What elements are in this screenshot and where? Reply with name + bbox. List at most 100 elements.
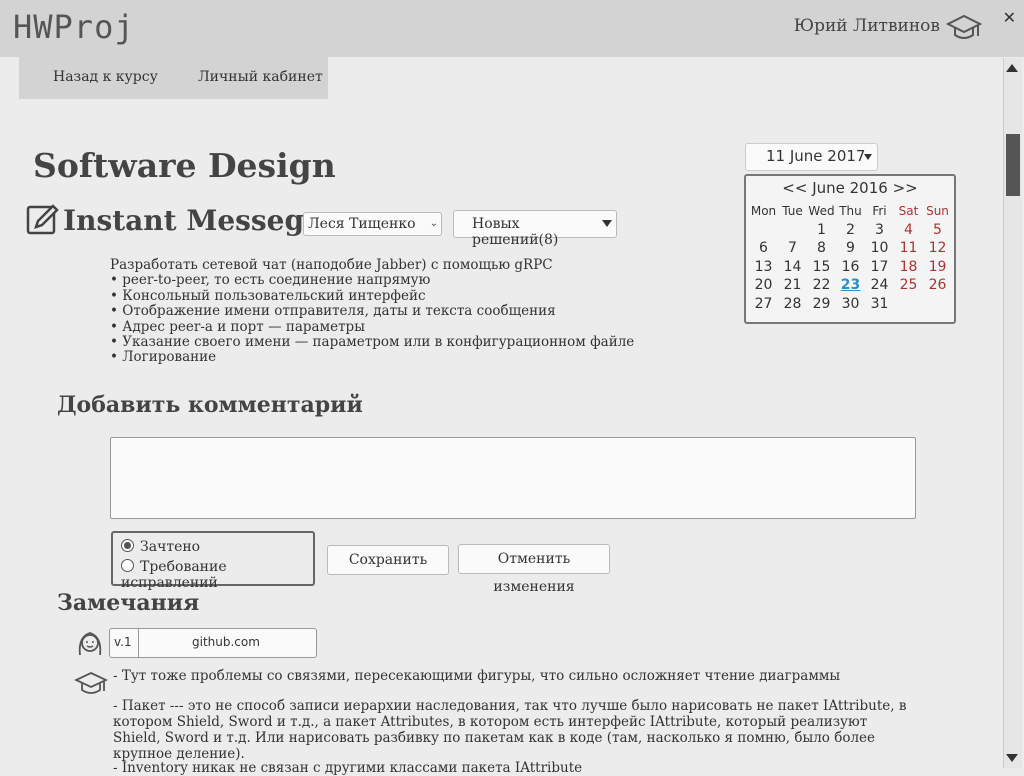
edit-icon[interactable] (26, 203, 60, 241)
calendar-prev-button[interactable]: << (782, 179, 807, 197)
task-description: Разработать сетевой чат (наподобие Jabbe… (110, 257, 635, 366)
remark-item: - Тут тоже проблемы со связями, пересека… (113, 668, 841, 684)
calendar-day (778, 221, 807, 240)
scroll-down-icon[interactable] (1006, 754, 1018, 762)
graduation-cap-icon[interactable] (945, 12, 983, 46)
save-button[interactable]: Сохранить (327, 545, 449, 575)
description-line: • Логирование (110, 349, 217, 366)
calendar-day[interactable]: 4 (894, 221, 923, 240)
calendar-day[interactable]: 19 (923, 258, 952, 277)
calendar-day[interactable]: 18 (894, 258, 923, 277)
calendar-day[interactable]: 24 (865, 276, 894, 295)
calendar-day[interactable]: 13 (749, 258, 778, 277)
calendar-day[interactable]: 28 (778, 295, 807, 314)
solution-link-field[interactable]: v.1 github.com (109, 628, 317, 658)
radio-fix-required[interactable]: Требование исправлений (121, 559, 313, 591)
calendar-day[interactable]: 7 (778, 239, 807, 258)
calendar-day[interactable]: 16 (836, 258, 865, 277)
solutions-select[interactable]: Новых решений(8) (453, 210, 617, 248)
calendar-day[interactable]: 8 (807, 239, 836, 258)
calendar-header: << June 2016 >> (746, 179, 954, 197)
description-line: Разработать сетевой чат (наподобие Jabbe… (110, 257, 553, 273)
calendar-day[interactable]: 6 (749, 239, 778, 258)
calendar-day[interactable]: 25 (894, 276, 923, 295)
dropdown-arrow-icon (864, 154, 872, 160)
calendar-week-row: 20 21 22 23 24 25 26 (749, 276, 953, 295)
scroll-thumb[interactable] (1006, 134, 1020, 196)
radio-accepted[interactable]: Зачтено (121, 539, 200, 555)
calendar-weekday: Sun (926, 204, 949, 218)
version-label: v.1 (114, 635, 132, 649)
description-line: • Указание своего имени — параметром или… (110, 334, 635, 351)
scroll-up-icon[interactable] (1006, 64, 1018, 72)
field-divider (138, 629, 139, 657)
radio-selected-icon[interactable] (121, 539, 134, 552)
description-line: • Отображение имени отправителя, даты и … (110, 303, 556, 320)
top-bar: HWProj Юрий Литвинов ✕ (0, 0, 1024, 57)
calendar-weekday: Mon (750, 204, 777, 218)
vertical-scrollbar[interactable] (1003, 58, 1022, 768)
calendar-day[interactable]: 2 (836, 221, 865, 240)
remark-item: - Пакет --- это не способ записи иерархи… (113, 698, 907, 762)
calendar-day[interactable]: 5 (923, 221, 952, 240)
description-line: • Адрес peer-а и порт — параметры (110, 318, 365, 335)
calendar-weekday: Thu (839, 204, 862, 218)
calendar-day[interactable]: 17 (865, 258, 894, 277)
student-select-value: Леся Тищенко (308, 216, 416, 232)
task-title: Instant Messeger (63, 204, 337, 237)
cancel-changes-button[interactable]: Отменить изменения (458, 544, 610, 595)
description-line: • Консольный пользовательский интерфейс (110, 287, 426, 304)
date-picker[interactable]: 11 June 2017 (745, 143, 878, 171)
radio-unselected-icon[interactable] (121, 559, 134, 572)
calendar-weekday: Sat (898, 204, 919, 218)
calendar-day[interactable]: 3 (865, 221, 894, 240)
radio-fix-label: Требование исправлений (121, 559, 227, 591)
add-comment-heading: Добавить комментарий (57, 392, 363, 418)
calendar-day[interactable]: 15 (807, 258, 836, 277)
calendar-day[interactable]: 21 (778, 276, 807, 295)
calendar-weekday: Fri (872, 204, 887, 218)
calendar-day-today[interactable]: 23 (836, 276, 865, 295)
calendar-next-button[interactable]: >> (893, 179, 918, 197)
calendar-weekday-row: Mon Tue Wed Thu Fri Sat Sun (749, 202, 953, 221)
user-name[interactable]: Юрий Литвинов (794, 16, 940, 36)
back-to-course-link[interactable]: Назад к курсу (53, 69, 158, 85)
chevron-down-icon: ⌄ (429, 218, 438, 229)
app-logo[interactable]: HWProj (13, 8, 135, 46)
calendar-day[interactable]: 29 (807, 295, 836, 314)
calendar-day (894, 295, 923, 314)
solutions-select-value: Новых решений(8) (472, 216, 559, 248)
calendar-weekday: Wed (808, 204, 835, 218)
calendar-day[interactable]: 27 (749, 295, 778, 314)
student-avatar-icon (74, 629, 106, 663)
calendar-day[interactable]: 20 (749, 276, 778, 295)
calendar-day[interactable]: 10 (865, 239, 894, 258)
personal-cabinet-link[interactable]: Личный кабинет (198, 69, 323, 85)
calendar-day[interactable]: 31 (865, 295, 894, 314)
calendar-day[interactable]: 11 (894, 239, 923, 258)
calendar-day[interactable]: 1 (807, 221, 836, 240)
dropdown-arrow-icon (602, 220, 612, 227)
calendar-week-row: 12345 (749, 221, 953, 240)
calendar-month-label: June 2016 (812, 179, 888, 197)
calendar-week-row: 27 28 29 30 31 (749, 295, 953, 314)
student-select[interactable]: Леся Тищенко ⌄ (303, 212, 442, 236)
calendar-day[interactable]: 14 (778, 258, 807, 277)
calendar-day (749, 221, 778, 240)
github-link[interactable]: github.com (192, 635, 260, 649)
comment-textarea[interactable] (110, 437, 916, 519)
calendar-grid: Mon Tue Wed Thu Fri Sat Sun 1 2 3 4 5 6 7 8 9 10 11 12 13 14… (749, 202, 953, 313)
calendar-day[interactable]: 12 (923, 239, 952, 258)
close-icon[interactable]: ✕ (1003, 8, 1016, 27)
nav-bar: Назад к курсу Личный кабинет (19, 57, 328, 99)
remarks-heading: Замечания (57, 590, 200, 616)
verdict-radio-group: Зачтено Требование исправлений (111, 531, 315, 591)
calendar-day[interactable]: 30 (836, 295, 865, 314)
calendar-week-row: 13 14 15 16 17 18 19 (749, 258, 953, 277)
description-line: • peer-to-peer, то есть соединение напря… (110, 272, 431, 289)
calendar-day[interactable]: 26 (923, 276, 952, 295)
date-value: 11 June 2017 (766, 147, 866, 165)
remark-item: - Inventory никак не связан с другими кл… (113, 760, 583, 776)
calendar-day[interactable]: 9 (836, 239, 865, 258)
calendar-day[interactable]: 22 (807, 276, 836, 295)
